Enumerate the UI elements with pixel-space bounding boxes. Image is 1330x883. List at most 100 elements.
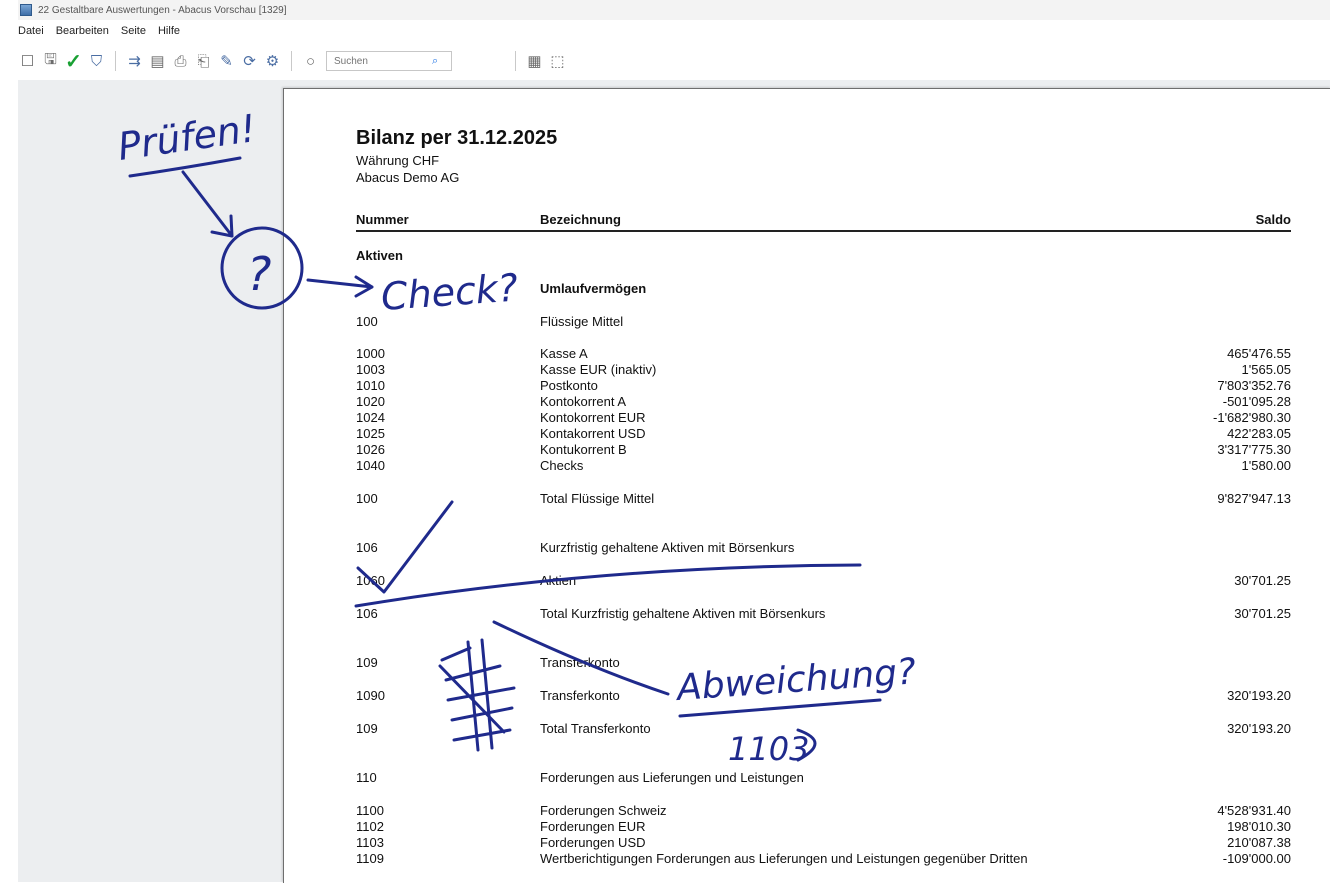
account-description: Kurzfristig gehaltene Aktiven mit Börsen… bbox=[540, 540, 795, 555]
group-heading: Umlaufvermögen bbox=[356, 281, 1291, 297]
search-input[interactable] bbox=[332, 54, 432, 68]
account-description: Checks bbox=[540, 458, 584, 473]
column-header-number: Nummer bbox=[356, 212, 409, 227]
print-icon[interactable]: ⎙ bbox=[171, 52, 190, 71]
table-row: 109 Transferkonto bbox=[356, 655, 1291, 671]
refresh-doc-icon[interactable]: ⟳ bbox=[240, 52, 259, 71]
table-row: 1025 Kontakorrent USD 422'283.05 bbox=[356, 426, 1291, 442]
account-description: Kasse A bbox=[540, 346, 588, 361]
toolbar-separator bbox=[115, 51, 116, 71]
account-description: Postkonto bbox=[540, 378, 598, 393]
table-row: 1000 Kasse A 465'476.55 bbox=[356, 346, 1291, 362]
account-description: Transferkonto bbox=[540, 655, 620, 670]
column-header-balance: Saldo bbox=[1255, 212, 1291, 227]
section-label: Aktiven bbox=[356, 248, 403, 263]
account-number: 1103 bbox=[356, 835, 384, 850]
table-row: 1024 Kontokorrent EUR -1'682'980.30 bbox=[356, 410, 1291, 426]
account-description: Forderungen EUR bbox=[540, 819, 646, 834]
search-box[interactable]: ⌕ bbox=[326, 51, 452, 71]
table-row: 1003 Kasse EUR (inaktiv) 1'565.05 bbox=[356, 362, 1291, 378]
table-row: 1010 Postkonto 7'803'352.76 bbox=[356, 378, 1291, 394]
table-row: 1060 Aktien 30'701.25 bbox=[356, 573, 1291, 589]
toolbar-separator bbox=[291, 51, 292, 71]
table-row: 106 Kurzfristig gehaltene Aktiven mit Bö… bbox=[356, 540, 1291, 556]
document-page: Bilanz per 31.12.2025 Währung CHF Abacus… bbox=[283, 88, 1330, 883]
export-icon[interactable]: ⇉ bbox=[125, 52, 144, 71]
reload-icon[interactable]: ○ bbox=[301, 52, 320, 71]
account-balance: 3'317'775.30 bbox=[1217, 442, 1291, 457]
edit-icon[interactable]: ✎ bbox=[217, 52, 236, 71]
account-number: 1010 bbox=[356, 378, 385, 393]
account-number: 109 bbox=[356, 721, 378, 736]
account-description: Kontokorrent EUR bbox=[540, 410, 646, 425]
table-row: 1090 Transferkonto 320'193.20 bbox=[356, 688, 1291, 704]
account-number: 106 bbox=[356, 540, 378, 555]
account-number: 1109 bbox=[356, 851, 384, 866]
layout-icon[interactable]: ▦ bbox=[525, 52, 544, 71]
menu-datei[interactable]: Datei bbox=[18, 25, 44, 37]
attach-icon[interactable]: ⚙ bbox=[263, 52, 282, 71]
account-balance: 4'528'931.40 bbox=[1217, 803, 1291, 818]
account-balance: 422'283.05 bbox=[1227, 426, 1291, 441]
menu-seite[interactable]: Seite bbox=[121, 25, 146, 37]
print-preview-icon[interactable]: ⎗ bbox=[194, 52, 213, 71]
menu-bar: Datei Bearbeiten Seite Hilfe bbox=[18, 20, 1330, 42]
filter-icon[interactable]: ⛉ bbox=[87, 52, 106, 71]
company-label: Abacus Demo AG bbox=[356, 170, 460, 185]
account-description: Total Kurzfristig gehaltene Aktiven mit … bbox=[540, 606, 826, 621]
menu-hilfe[interactable]: Hilfe bbox=[158, 25, 180, 37]
account-number: 1026 bbox=[356, 442, 385, 457]
account-number: 100 bbox=[356, 314, 378, 329]
table-row: 106 Total Kurzfristig gehaltene Aktiven … bbox=[356, 606, 1291, 622]
account-balance: 30'701.25 bbox=[1234, 573, 1291, 588]
account-description: Transferkonto bbox=[540, 688, 620, 703]
select-icon[interactable]: ⬚ bbox=[548, 52, 567, 71]
account-balance: 1'580.00 bbox=[1241, 458, 1291, 473]
account-number: 1020 bbox=[356, 394, 385, 409]
account-balance: 9'827'947.13 bbox=[1217, 491, 1291, 506]
table-row: 1103 Forderungen USD 210'087.38 bbox=[356, 835, 1291, 851]
account-description: Forderungen USD bbox=[540, 835, 646, 850]
account-number: 1060 bbox=[356, 573, 385, 588]
check-icon[interactable]: ✓ bbox=[64, 51, 83, 73]
menu-bearbeiten[interactable]: Bearbeiten bbox=[56, 25, 109, 37]
account-description: Kontokorrent A bbox=[540, 394, 626, 409]
header-divider bbox=[356, 230, 1291, 232]
group-label: Umlaufvermögen bbox=[540, 281, 647, 296]
table-row: 100 Flüssige Mittel bbox=[356, 314, 1291, 330]
account-balance: 465'476.55 bbox=[1227, 346, 1291, 361]
account-number: 1025 bbox=[356, 426, 385, 441]
account-description: Forderungen Schweiz bbox=[540, 803, 667, 818]
pdf-icon[interactable]: ▤ bbox=[148, 52, 167, 71]
account-description: Total Transferkonto bbox=[540, 721, 651, 736]
page-title: Bilanz per 31.12.2025 bbox=[356, 127, 558, 149]
account-number: 1090 bbox=[356, 688, 385, 703]
window-title: 22 Gestaltbare Auswertungen - Abacus Vor… bbox=[38, 4, 287, 16]
account-number: 1003 bbox=[356, 362, 385, 377]
window-titlebar: 22 Gestaltbare Auswertungen - Abacus Vor… bbox=[18, 0, 1330, 20]
save-icon[interactable]: 🖫 bbox=[41, 51, 60, 71]
account-number: 110 bbox=[356, 770, 377, 785]
account-number: 1040 bbox=[356, 458, 385, 473]
table-row: 110 Forderungen aus Lieferungen und Leis… bbox=[356, 770, 1291, 786]
search-icon[interactable]: ⌕ bbox=[432, 55, 438, 68]
account-balance: 7'803'352.76 bbox=[1217, 378, 1291, 393]
account-balance: 320'193.20 bbox=[1227, 721, 1291, 736]
new-page-icon[interactable]: ☐ bbox=[18, 52, 37, 71]
account-description: Flüssige Mittel bbox=[540, 314, 624, 329]
account-number: 1024 bbox=[356, 410, 385, 425]
table-row: 109 Total Transferkonto 320'193.20 bbox=[356, 721, 1291, 737]
account-number: 1000 bbox=[356, 346, 385, 361]
section-heading: Aktiven bbox=[356, 248, 1291, 264]
account-description: Kontukorrent B bbox=[540, 442, 627, 457]
account-number: 106 bbox=[356, 606, 378, 621]
account-description: Forderungen aus Lieferungen und Leistung… bbox=[540, 770, 804, 785]
account-balance: 30'701.25 bbox=[1234, 606, 1291, 621]
table-row: 100 Total Flüssige Mittel 9'827'947.13 bbox=[356, 491, 1291, 507]
account-description: Aktien bbox=[540, 573, 577, 588]
currency-label: Währung CHF bbox=[356, 153, 440, 168]
account-balance: 198'010.30 bbox=[1227, 819, 1291, 834]
toolbar-separator bbox=[515, 51, 516, 71]
table-row: 1026 Kontukorrent B 3'317'775.30 bbox=[356, 442, 1291, 458]
account-balance: -109'000.00 bbox=[1222, 851, 1291, 866]
